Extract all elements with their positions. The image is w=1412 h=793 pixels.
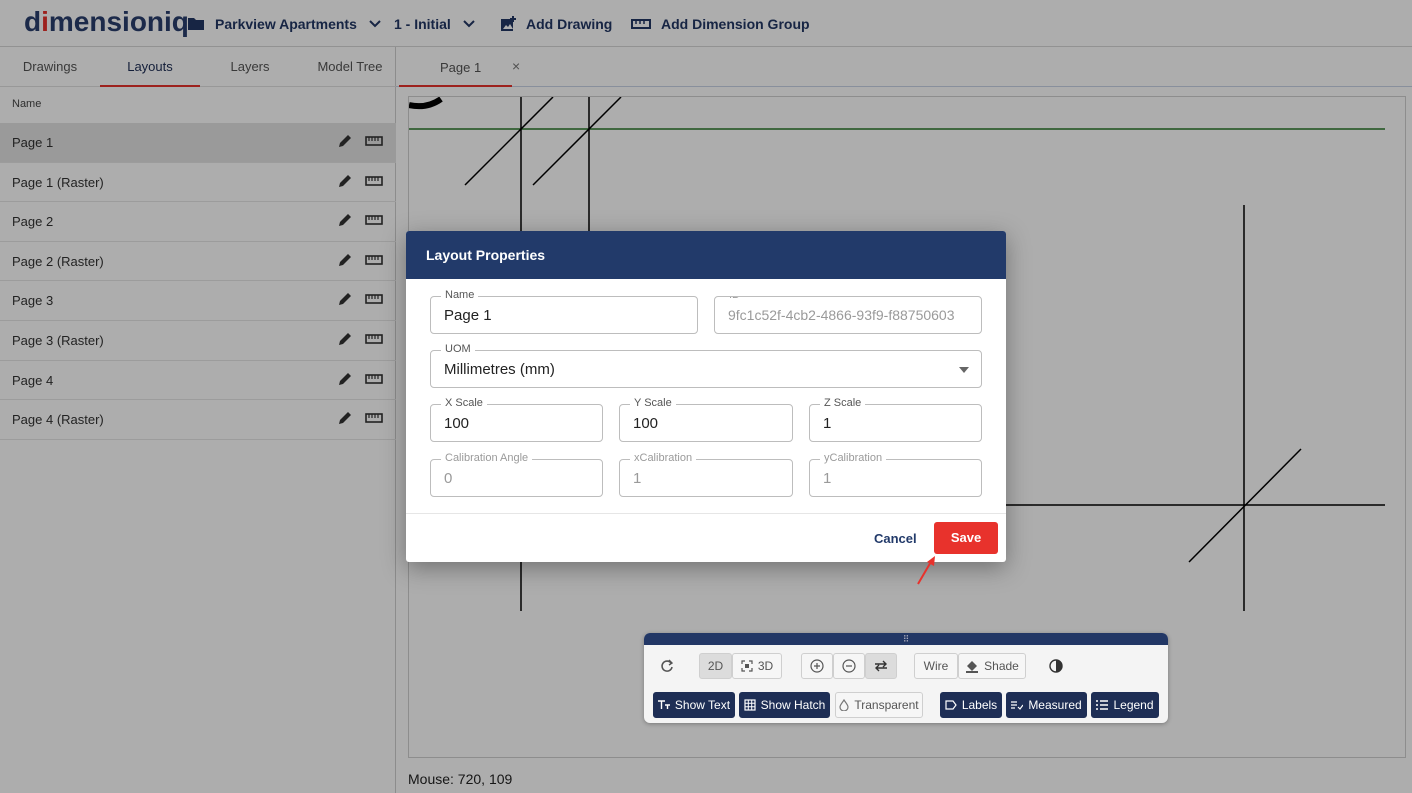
paint-bucket-icon xyxy=(966,661,979,673)
layout-properties-dialog: Layout Properties Name Page 1 ID 9fc1c52… xyxy=(406,231,1006,562)
view-toolbar: ⠿ 2D 3D Wire Shade Show Text Show Hatch … xyxy=(644,633,1168,723)
labels-label: Labels xyxy=(961,698,998,712)
y-scale-value: 100 xyxy=(633,415,659,432)
name-field-label: Name xyxy=(441,289,479,301)
z-scale-field[interactable]: Z Scale 1 xyxy=(809,397,982,442)
contrast-button[interactable] xyxy=(1042,653,1070,679)
save-button[interactable]: Save xyxy=(934,522,998,554)
wire-button[interactable]: Wire xyxy=(914,653,958,679)
view-3d-button[interactable]: 3D xyxy=(732,653,782,679)
show-hatch-button[interactable]: Show Hatch xyxy=(739,692,830,718)
shade-label: Shade xyxy=(984,659,1019,673)
reset-view-button[interactable] xyxy=(653,653,681,679)
name-field-value: Page 1 xyxy=(444,307,492,324)
uom-field-label: UOM xyxy=(441,343,475,355)
legend-label: Legend xyxy=(1113,698,1154,712)
uom-select[interactable]: UOM Millimetres (mm) xyxy=(430,343,982,388)
z-scale-value: 1 xyxy=(823,415,832,432)
contrast-icon xyxy=(1049,659,1063,673)
show-text-button[interactable]: Show Text xyxy=(653,692,735,718)
text-format-icon xyxy=(657,700,670,709)
transparent-button[interactable]: Transparent xyxy=(835,692,923,718)
label-tag-icon xyxy=(945,700,957,710)
cube-scan-icon xyxy=(741,660,753,672)
swap-button[interactable] xyxy=(865,653,897,679)
labels-button[interactable]: Labels xyxy=(940,692,1002,718)
y-calibration-value: 1 xyxy=(823,470,832,487)
y-calibration-label: yCalibration xyxy=(820,452,887,464)
legend-button[interactable]: Legend xyxy=(1091,692,1159,718)
swap-arrows-icon xyxy=(875,660,887,672)
list-icon xyxy=(1096,700,1109,710)
dialog-footer-divider xyxy=(406,513,1006,514)
z-scale-label: Z Scale xyxy=(820,397,866,409)
x-calibration-label: xCalibration xyxy=(630,452,697,464)
zoom-in-icon xyxy=(810,659,824,673)
calibration-angle-label: Calibration Angle xyxy=(441,452,533,464)
x-calibration-value: 1 xyxy=(633,470,642,487)
x-scale-field[interactable]: X Scale 100 xyxy=(430,397,603,442)
grid-icon xyxy=(744,699,756,711)
measured-label: Measured xyxy=(1028,698,1082,712)
zoom-out-icon xyxy=(842,659,856,673)
drop-icon xyxy=(839,699,849,711)
y-calibration-field: yCalibration 1 xyxy=(809,452,982,497)
x-scale-value: 100 xyxy=(444,415,470,432)
view-2d-label: 2D xyxy=(707,659,724,673)
wire-label: Wire xyxy=(923,659,949,673)
cancel-button[interactable]: Cancel xyxy=(874,531,917,546)
refresh-icon xyxy=(661,659,674,672)
name-field[interactable]: Name Page 1 xyxy=(430,289,698,334)
show-hatch-label: Show Hatch xyxy=(760,698,826,712)
id-field-value: 9fc1c52f-4cb2-4866-93f9-f88750603 xyxy=(728,307,955,323)
shade-button[interactable]: Shade xyxy=(958,653,1026,679)
checklist-icon xyxy=(1011,701,1024,710)
y-scale-label: Y Scale xyxy=(630,397,676,409)
calibration-angle-value: 0 xyxy=(444,470,453,487)
x-calibration-field: xCalibration 1 xyxy=(619,452,793,497)
zoom-out-button[interactable] xyxy=(833,653,865,679)
dialog-title: Layout Properties xyxy=(406,231,1006,279)
calibration-angle-field: Calibration Angle 0 xyxy=(430,452,603,497)
measured-button[interactable]: Measured xyxy=(1006,692,1087,718)
caret-down-icon xyxy=(959,367,969,373)
zoom-in-button[interactable] xyxy=(801,653,833,679)
toolbar-drag-handle[interactable]: ⠿ xyxy=(644,633,1168,645)
id-field: ID 9fc1c52f-4cb2-4866-93f9-f88750603 xyxy=(714,296,982,334)
uom-field-value: Millimetres (mm) xyxy=(444,361,555,378)
id-field-label: ID xyxy=(725,297,744,301)
pointer-arrow-icon xyxy=(917,556,935,585)
transparent-label: Transparent xyxy=(854,698,919,712)
view-2d-button[interactable]: 2D xyxy=(699,653,732,679)
y-scale-field[interactable]: Y Scale 100 xyxy=(619,397,793,442)
x-scale-label: X Scale xyxy=(441,397,487,409)
show-text-label: Show Text xyxy=(674,698,731,712)
view-3d-label: 3D xyxy=(757,659,774,673)
